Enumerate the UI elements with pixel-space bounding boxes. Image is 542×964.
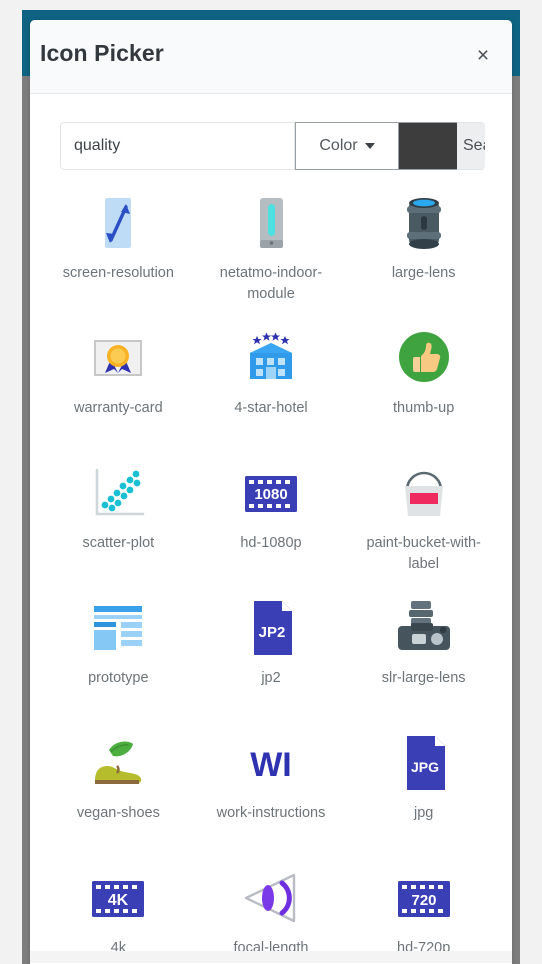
icon-item-thumb-up[interactable]: thumb-up bbox=[347, 317, 500, 452]
icon-item-screen-resolution[interactable]: screen-resolution bbox=[42, 182, 195, 317]
hd-720p-icon: 720 bbox=[393, 867, 455, 929]
slr-large-lens-icon bbox=[393, 597, 455, 659]
dialog-bottom-edge bbox=[30, 951, 512, 963]
vegan-shoes-icon bbox=[87, 732, 149, 794]
jpg-icon: JPG bbox=[393, 732, 455, 794]
thumb-up-icon bbox=[393, 327, 455, 389]
color-swatch[interactable] bbox=[399, 122, 457, 170]
hd-720p-icon-text: 720 bbox=[411, 892, 436, 909]
icon-item-hd-1080p[interactable]: 1080 hd-1080p bbox=[195, 452, 348, 587]
screen-resolution-icon bbox=[87, 192, 149, 254]
icon-label: jpg bbox=[413, 805, 434, 821]
icon-label: large-lens bbox=[391, 265, 456, 281]
icon-item-4-star-hotel[interactable]: 4-star-hotel bbox=[195, 317, 348, 452]
app-window: Icon Picker × Color Search bbox=[0, 0, 542, 964]
4k-icon-text: 4K bbox=[108, 892, 129, 909]
search-button[interactable]: Search bbox=[457, 122, 485, 170]
icon-item-slr-large-lens[interactable]: slr-large-lens bbox=[347, 587, 500, 722]
close-icon[interactable]: × bbox=[466, 38, 500, 72]
icon-label: slr-large-lens bbox=[381, 670, 466, 686]
dialog-header: Icon Picker × bbox=[30, 20, 512, 94]
large-lens-icon bbox=[393, 192, 455, 254]
jp2-icon: JP2 bbox=[240, 597, 302, 659]
search-bar: Color Search bbox=[60, 122, 485, 170]
icon-label: jp2 bbox=[261, 670, 281, 686]
icon-label: 4-star-hotel bbox=[234, 400, 308, 416]
prototype-icon bbox=[87, 597, 149, 659]
icon-picker-dialog: Icon Picker × Color Search bbox=[30, 20, 512, 964]
color-filter-dropdown[interactable]: Color bbox=[295, 122, 399, 170]
jp2-icon-text: JP2 bbox=[259, 624, 286, 641]
hd-1080p-icon-text: 1080 bbox=[254, 486, 287, 503]
icon-item-jp2[interactable]: JP2 jp2 bbox=[195, 587, 348, 722]
4k-icon: 4K bbox=[87, 867, 149, 929]
netatmo-indoor-module-icon bbox=[240, 192, 302, 254]
warranty-card-icon bbox=[87, 327, 149, 389]
dialog-body: Color Search bbox=[30, 94, 512, 963]
icon-label: warranty-card bbox=[74, 400, 163, 416]
chevron-down-icon bbox=[364, 143, 375, 149]
search-input[interactable] bbox=[60, 122, 295, 170]
page-title: Icon Picker bbox=[40, 40, 164, 66]
icon-label: screen-resolution bbox=[62, 265, 174, 281]
hd-1080p-icon: 1080 bbox=[240, 462, 302, 524]
jpg-icon-text: JPG bbox=[411, 759, 439, 775]
focal-length-icon bbox=[240, 867, 302, 929]
work-instructions-icon-text: WI bbox=[250, 746, 292, 784]
icon-label: work-instructions bbox=[216, 805, 326, 821]
icon-item-netatmo-indoor-module[interactable]: netatmo-indoor-module bbox=[195, 182, 348, 317]
paint-bucket-with-label-icon bbox=[393, 462, 455, 524]
icon-item-vegan-shoes[interactable]: vegan-shoes bbox=[42, 722, 195, 857]
icon-item-paint-bucket-with-label[interactable]: paint-bucket-with-label bbox=[347, 452, 500, 587]
icon-item-scatter-plot[interactable]: scatter-plot bbox=[42, 452, 195, 587]
icon-label: vegan-shoes bbox=[76, 805, 160, 821]
icon-grid: screen-resolution netatmo-indoor-module bbox=[42, 182, 500, 963]
icon-label: netatmo-indoor-module bbox=[219, 265, 323, 303]
icon-label: scatter-plot bbox=[82, 535, 155, 551]
icon-item-work-instructions[interactable]: WI work-instructions bbox=[195, 722, 348, 857]
icon-item-warranty-card[interactable]: warranty-card bbox=[42, 317, 195, 452]
4-star-hotel-icon bbox=[240, 327, 302, 389]
icon-label: thumb-up bbox=[393, 400, 455, 416]
icon-item-jpg[interactable]: JPG jpg bbox=[347, 722, 500, 857]
color-filter-label: Color bbox=[319, 137, 358, 154]
work-instructions-icon: WI bbox=[240, 732, 302, 794]
icon-item-prototype[interactable]: prototype bbox=[42, 587, 195, 722]
icon-label: hd-1080p bbox=[240, 535, 302, 551]
icon-label: prototype bbox=[88, 670, 149, 686]
icon-label: paint-bucket-with-label bbox=[366, 535, 481, 573]
scatter-plot-icon bbox=[87, 462, 149, 524]
icon-item-large-lens[interactable]: large-lens bbox=[347, 182, 500, 317]
